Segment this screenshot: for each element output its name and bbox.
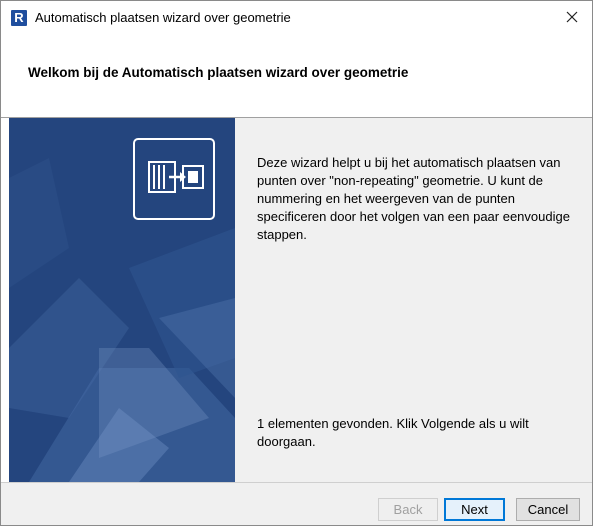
wizard-logo: [133, 138, 215, 220]
cancel-button[interactable]: Cancel: [516, 498, 580, 521]
elements-found-text: 1 elementen gevonden. Klik Volgende als …: [257, 416, 529, 449]
title-bar: R Automatisch plaatsen wizard over geome…: [1, 1, 592, 35]
close-button[interactable]: [552, 1, 592, 33]
wizard-header: Welkom bij de Automatisch plaatsen wizar…: [1, 35, 592, 117]
point-placement-icon: [148, 161, 204, 193]
wizard-window: R Automatisch plaatsen wizard over geome…: [0, 0, 593, 526]
intro-text: Deze wizard helpt u bij het automatisch …: [257, 155, 570, 242]
next-button[interactable]: Next: [444, 498, 505, 521]
wizard-content: Deze wizard helpt u bij het automatisch …: [235, 118, 592, 482]
back-button[interactable]: Back: [378, 498, 438, 521]
window-title: Automatisch plaatsen wizard over geometr…: [35, 10, 291, 25]
button-bar: Back Next Cancel: [1, 483, 592, 525]
wizard-side-panel: [9, 118, 235, 482]
close-icon: [566, 11, 578, 23]
revit-app-icon: R: [11, 10, 27, 26]
page-title: Welkom bij de Automatisch plaatsen wizar…: [28, 65, 409, 80]
